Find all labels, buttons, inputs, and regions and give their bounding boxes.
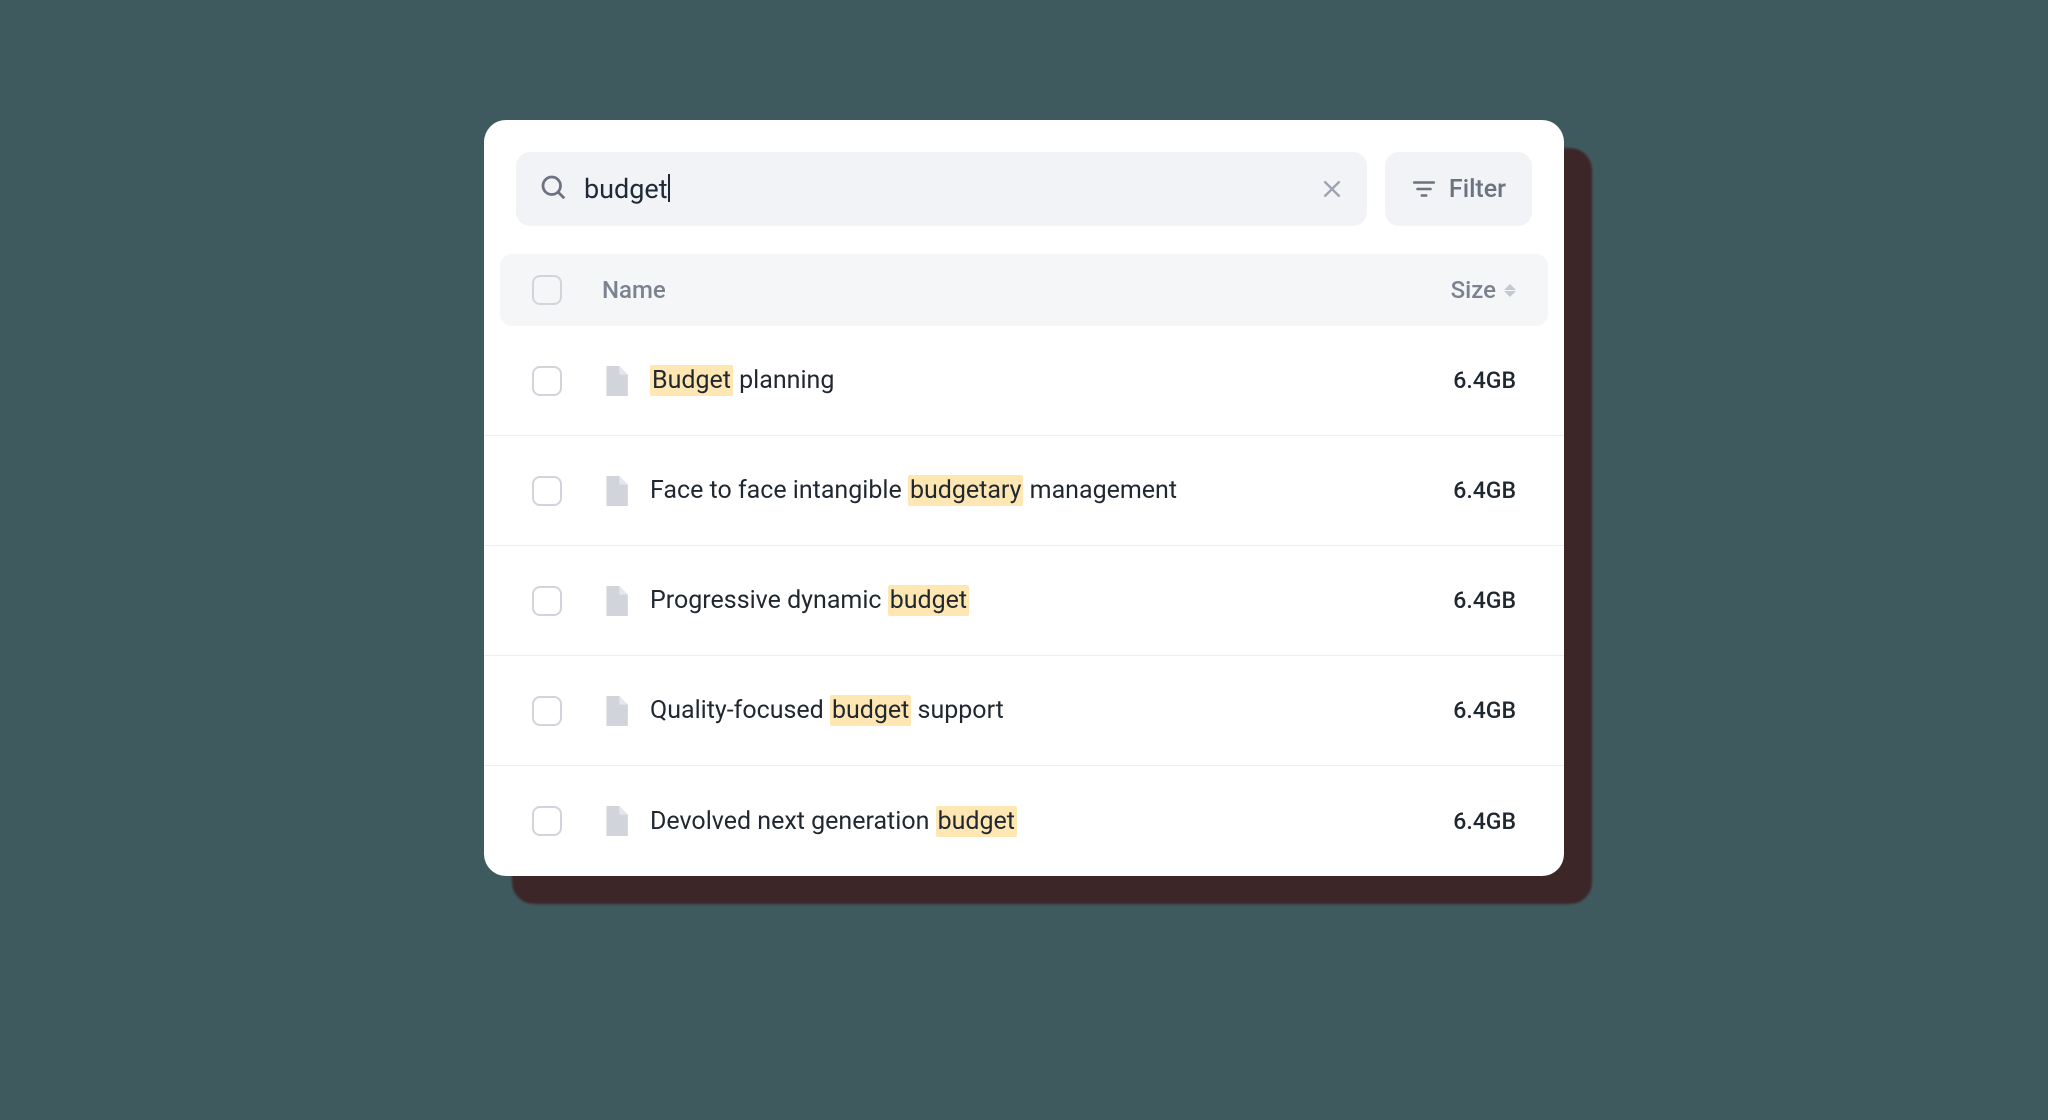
text-caret [668,174,670,202]
table-row[interactable]: Progressive dynamic budget6.4GB [484,546,1564,656]
file-name: Face to face intangible budgetary manage… [650,476,1453,505]
table-header: Name Size [500,254,1548,326]
filter-label: Filter [1449,175,1506,204]
file-size: 6.4GB [1453,808,1516,835]
row-checkbox[interactable] [532,696,562,726]
file-size: 6.4GB [1453,477,1516,504]
row-checkbox[interactable] [532,806,562,836]
row-checkbox[interactable] [532,476,562,506]
filter-button[interactable]: Filter [1385,152,1532,226]
filter-icon [1411,176,1437,202]
toolbar: budget Filter [484,152,1564,254]
sort-icon [1504,284,1516,297]
file-icon [602,586,628,616]
table-row[interactable]: Face to face intangible budgetary manage… [484,436,1564,546]
file-icon [602,366,628,396]
table-row[interactable]: Devolved next generation budget6.4GB [484,766,1564,876]
column-header-size[interactable]: Size [1451,276,1516,304]
file-icon [602,476,628,506]
file-size: 6.4GB [1453,697,1516,724]
file-size: 6.4GB [1453,587,1516,614]
search-input[interactable]: budget [516,152,1367,226]
row-checkbox[interactable] [532,586,562,616]
search-icon [538,172,568,206]
file-search-panel: budget Filter Name Size Budget plann [484,120,1564,876]
select-all-checkbox[interactable] [532,275,562,305]
table-row[interactable]: Quality-focused budget support6.4GB [484,656,1564,766]
file-icon [602,696,628,726]
file-name: Quality-focused budget support [650,696,1453,725]
file-icon [602,806,628,836]
file-size: 6.4GB [1453,367,1516,394]
file-name: Progressive dynamic budget [650,586,1453,615]
column-header-size-label: Size [1451,276,1496,304]
file-name: Budget planning [650,366,1453,395]
search-value: budget [584,173,1319,205]
column-header-name[interactable]: Name [602,276,1451,304]
row-checkbox[interactable] [532,366,562,396]
table-row[interactable]: Budget planning6.4GB [484,326,1564,436]
clear-search-button[interactable] [1319,176,1345,202]
file-name: Devolved next generation budget [650,807,1453,836]
table-body: Budget planning6.4GBFace to face intangi… [484,326,1564,876]
close-icon [1319,176,1345,202]
